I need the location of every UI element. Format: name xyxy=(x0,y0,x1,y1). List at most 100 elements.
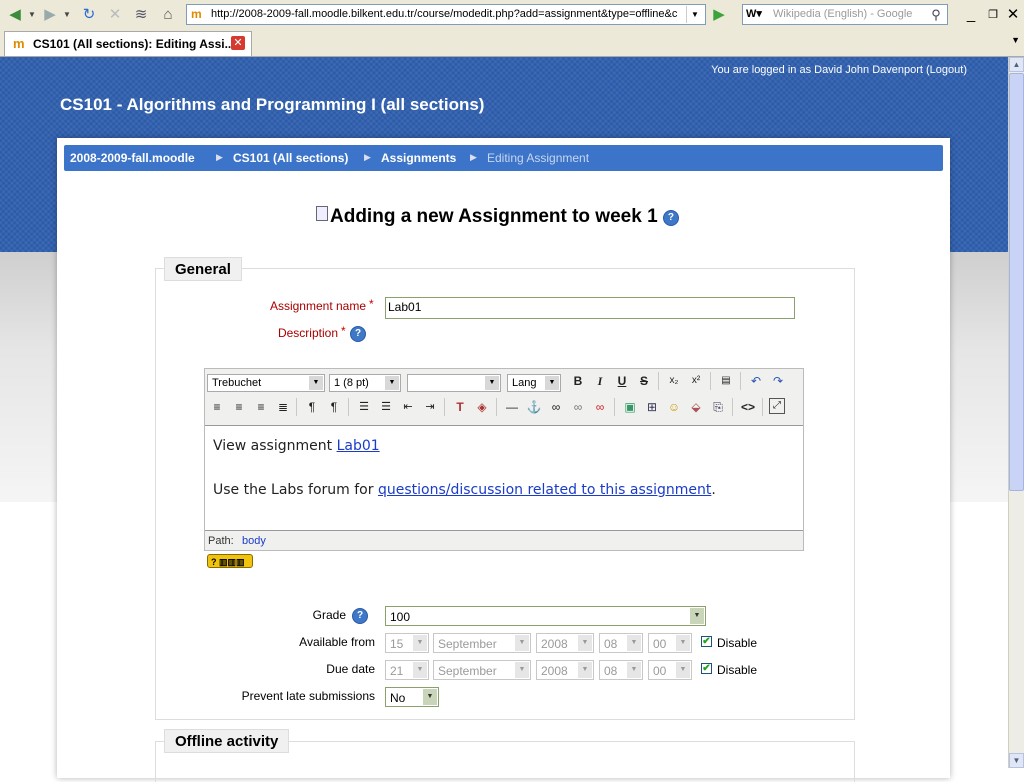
description-label: Description xyxy=(277,326,338,340)
strikethrough-icon[interactable]: S xyxy=(635,372,653,390)
align-center-icon[interactable]: ≡ xyxy=(230,398,248,416)
address-bar[interactable]: m http://2008-2009-fall.moodle.bilkent.e… xyxy=(186,4,706,25)
search-input[interactable]: Wikipedia (English) - Google xyxy=(773,8,912,20)
breadcrumb-course[interactable]: CS101 (All sections) xyxy=(233,151,348,165)
fullscreen-icon[interactable]: ⤢ xyxy=(769,398,785,414)
due-year-select[interactable]: 2008 ▼ xyxy=(536,660,594,680)
page-title: Adding a new Assignment to week 1 ? xyxy=(316,206,679,228)
course-title: CS101 - Algorithms and Programming I (al… xyxy=(60,95,485,114)
assignment-name-value: Lab01 xyxy=(388,300,422,314)
ordered-list-icon[interactable]: ☰ xyxy=(355,398,373,416)
breadcrumb-site[interactable]: 2008-2009-fall.moodle xyxy=(70,151,195,165)
unordered-list-icon[interactable]: ☰ xyxy=(377,398,395,416)
search-bar[interactable]: W▾ Wikipedia (English) - Google xyxy=(742,4,948,25)
available-hour-select[interactable]: 08 ▼ xyxy=(599,633,643,653)
insert-table-icon[interactable]: ⊞ xyxy=(643,398,661,416)
stop-icon[interactable]: ✕ xyxy=(104,5,126,25)
redo-icon[interactable]: ↷ xyxy=(769,372,787,390)
align-right-icon[interactable]: ≡ xyxy=(252,398,270,416)
editor-path-bar: Path: body xyxy=(205,531,803,550)
chevron-down-icon: ▼ xyxy=(690,608,704,624)
due-hour-select[interactable]: 08 ▼ xyxy=(599,660,643,680)
path-body-link[interactable]: body xyxy=(242,535,266,547)
available-month-select[interactable]: September ▼ xyxy=(433,633,531,653)
undo-icon[interactable]: ↶ xyxy=(747,372,765,390)
justify-icon[interactable]: ≣ xyxy=(274,398,292,416)
link-icon[interactable]: ∞ xyxy=(547,398,565,416)
html-editor: Trebuchet ▼ 1 (8 pt) ▼ ▼ Lang ▼ B I U S x₂ … xyxy=(204,368,804,551)
available-day-select[interactable]: 15 ▼ xyxy=(385,633,429,653)
special-char-icon[interactable]: ⬙ xyxy=(687,398,705,416)
available-disable-checkbox[interactable]: ✔ xyxy=(701,636,712,647)
due-month-select[interactable]: September ▼ xyxy=(433,660,531,680)
back-dropdown-icon[interactable]: ▼ xyxy=(27,5,37,25)
editor-content[interactable]: View assignment Lab01 Use the Labs forum… xyxy=(205,425,803,531)
available-year-select[interactable]: 2008 ▼ xyxy=(536,633,594,653)
lang-select[interactable]: Lang ▼ xyxy=(507,374,561,392)
anchor-icon[interactable]: ⚓ xyxy=(525,398,543,416)
font-family-select[interactable]: Trebuchet ▼ xyxy=(207,374,325,392)
help-icon[interactable]: ? xyxy=(662,210,679,226)
text-color-icon[interactable]: T xyxy=(451,398,469,416)
bold-icon[interactable]: B xyxy=(569,372,587,390)
search-icon[interactable]: ⚲ xyxy=(925,5,947,25)
history-icon[interactable]: ≋ xyxy=(130,5,152,25)
lab01-link[interactable]: Lab01 xyxy=(337,438,380,454)
due-date-label: Due date xyxy=(326,662,375,676)
due-disable-checkbox[interactable]: ✔ xyxy=(701,663,712,674)
labs-forum-link[interactable]: questions/discussion related to this ass… xyxy=(378,482,711,498)
back-icon[interactable]: ◀ xyxy=(4,5,26,25)
url-history-dropdown-icon[interactable]: ▼ xyxy=(686,6,703,23)
font-size-select[interactable]: 1 (8 pt) ▼ xyxy=(329,374,401,392)
due-day-select[interactable]: 21 ▼ xyxy=(385,660,429,680)
clean-word-icon[interactable]: ▤ xyxy=(717,372,735,390)
format-select[interactable]: ▼ xyxy=(407,374,501,392)
description-help-icon[interactable]: ? xyxy=(350,326,366,342)
align-left-icon[interactable]: ≡ xyxy=(208,398,226,416)
go-icon[interactable]: ▶ xyxy=(708,5,730,25)
restore-icon[interactable]: ❐ xyxy=(982,5,1004,25)
reload-icon[interactable]: ↻ xyxy=(78,5,100,25)
search-engine-icon[interactable]: W▾ xyxy=(746,7,762,20)
forward-dropdown-icon[interactable]: ▼ xyxy=(62,5,72,25)
nolink-icon[interactable]: ∞ xyxy=(569,398,587,416)
page-scrollbar[interactable]: ▲ ▼ xyxy=(1008,57,1024,768)
tab-close-icon[interactable]: ✕ xyxy=(231,36,245,50)
unlink-icon[interactable]: ∞ xyxy=(591,398,609,416)
subscript-icon[interactable]: x₂ xyxy=(665,372,683,390)
home-icon[interactable]: ⌂ xyxy=(157,5,179,25)
indent-icon[interactable]: ⇥ xyxy=(421,398,439,416)
breadcrumb-assignments[interactable]: Assignments xyxy=(381,151,456,165)
chevron-down-icon: ▼ xyxy=(423,689,437,705)
scroll-up-icon[interactable]: ▲ xyxy=(1009,57,1024,72)
available-minute-select[interactable]: 00 ▼ xyxy=(648,633,692,653)
login-info[interactable]: You are logged in as David John Davenpor… xyxy=(711,64,967,76)
keyboard-shortcuts-icon[interactable]: ? ▥▥▥ xyxy=(207,554,253,568)
underline-icon[interactable]: U xyxy=(613,372,631,390)
insert-image-icon[interactable]: ▣ xyxy=(621,398,639,416)
grade-help-icon[interactable]: ? xyxy=(352,608,368,624)
background-color-icon[interactable]: ◈ xyxy=(473,398,491,416)
minimize-icon[interactable]: _ xyxy=(960,5,982,25)
italic-icon[interactable]: I xyxy=(591,372,609,390)
outdent-icon[interactable]: ⇤ xyxy=(399,398,417,416)
scroll-thumb[interactable] xyxy=(1009,73,1024,491)
superscript-icon[interactable]: x² xyxy=(687,372,705,390)
horizontal-rule-icon[interactable]: — xyxy=(503,398,521,416)
tab-editing-assignment[interactable]: m CS101 (All sections): Editing Assi... … xyxy=(4,31,252,56)
grade-select[interactable]: 100 ▼ xyxy=(385,606,706,626)
close-icon[interactable]: ✕ xyxy=(1002,5,1024,25)
ltr-icon[interactable]: ¶ xyxy=(303,398,321,416)
editor-line-2-text: Use the Labs forum for xyxy=(213,482,378,498)
search-replace-icon[interactable]: ⎘ xyxy=(709,398,727,416)
html-source-icon[interactable]: <> xyxy=(739,398,757,416)
prevent-late-select[interactable]: No ▼ xyxy=(385,687,439,707)
tab-list-dropdown-icon[interactable]: ▼ xyxy=(1011,35,1020,45)
rtl-icon[interactable]: ¶ xyxy=(325,398,343,416)
available-from-label: Available from xyxy=(299,635,375,649)
forward-icon[interactable]: ▶ xyxy=(39,5,61,25)
assignment-name-input[interactable]: Lab01 xyxy=(385,297,795,319)
scroll-down-icon[interactable]: ▼ xyxy=(1009,753,1024,768)
smiley-icon[interactable]: ☺ xyxy=(665,398,683,416)
due-minute-select[interactable]: 00 ▼ xyxy=(648,660,692,680)
